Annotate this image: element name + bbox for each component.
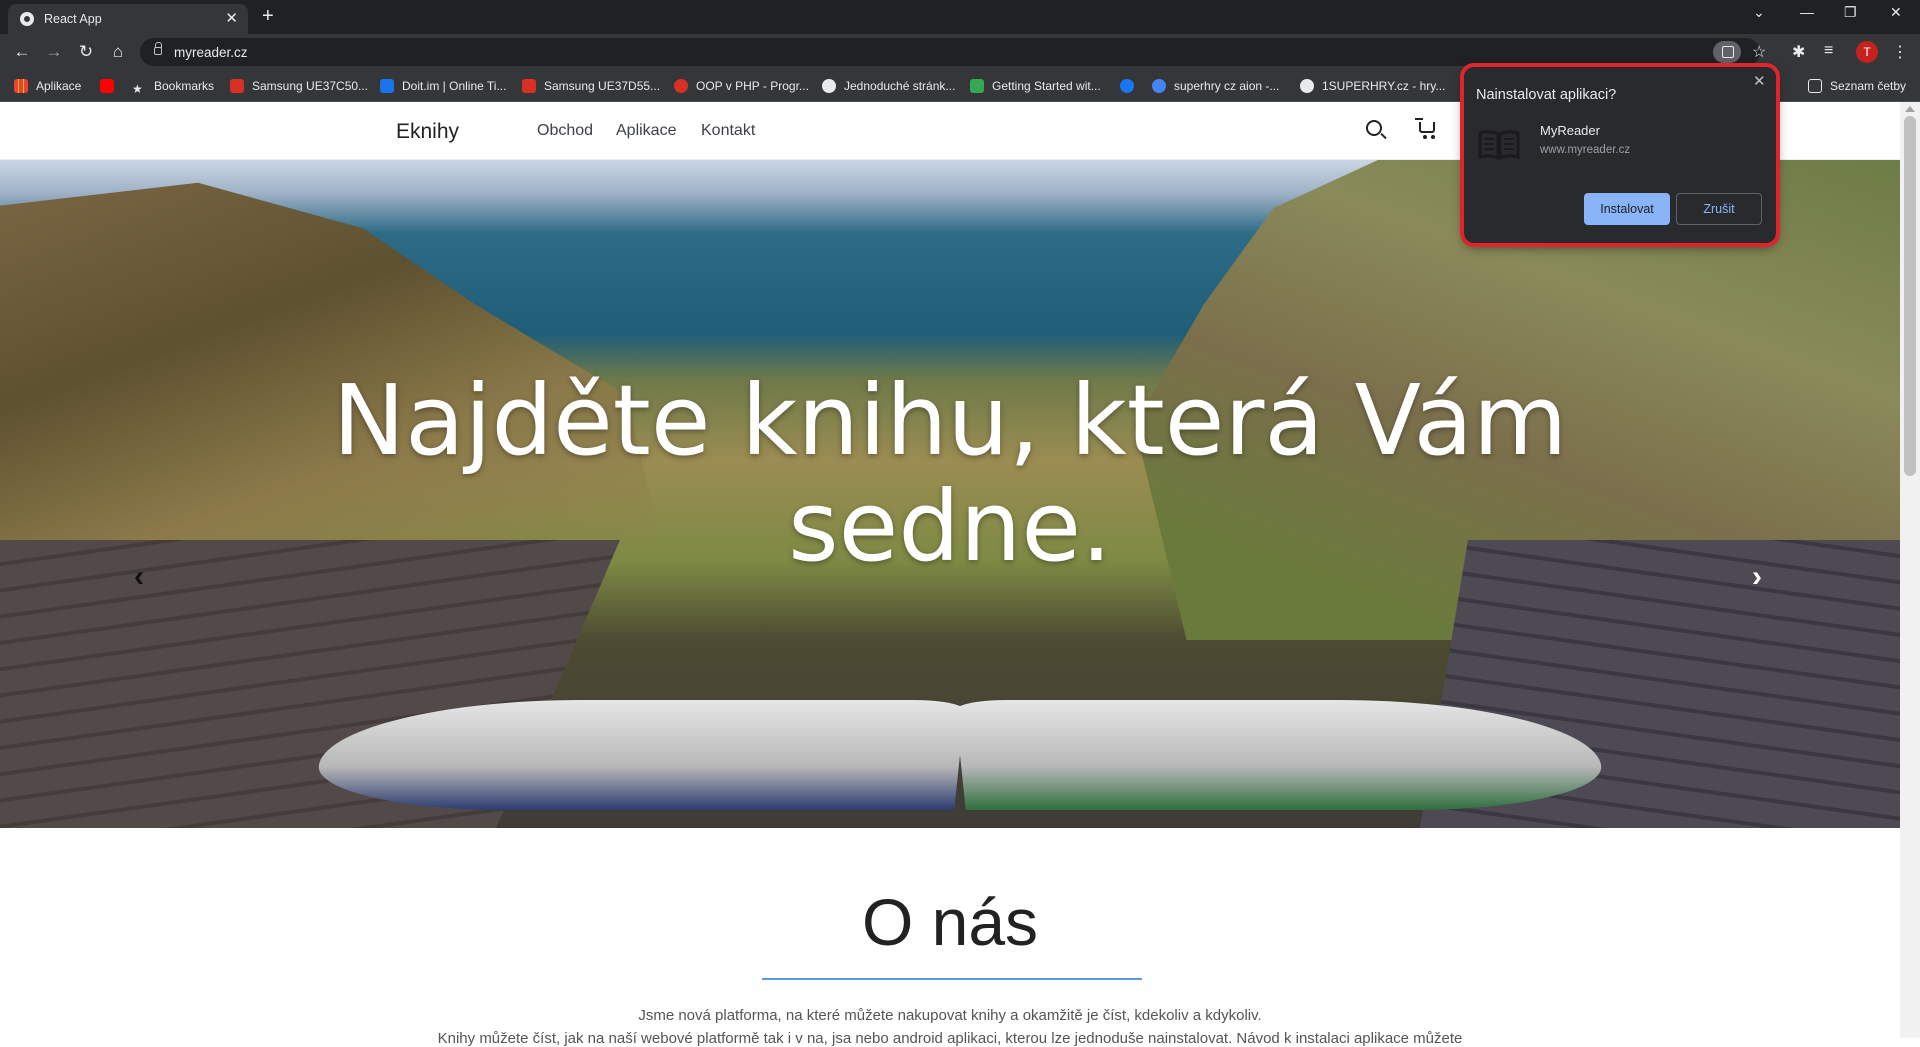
hero-image-book-left — [314, 700, 966, 810]
bookmark-item[interactable]: Doit.im | Online Ti... — [380, 79, 506, 93]
bookmark-item[interactable]: Samsung UE37C50... — [230, 79, 368, 93]
bookmark-label: Bookmarks — [154, 79, 215, 93]
carousel-prev-icon[interactable]: ‹ — [134, 560, 144, 594]
bookmark-item[interactable]: Samsung UE37D55... — [522, 79, 660, 93]
bookmark-item[interactable]: Getting Started wit... — [970, 79, 1101, 93]
scroll-up-icon[interactable] — [1905, 106, 1915, 112]
bookmark-item[interactable] — [100, 79, 122, 93]
restore-icon[interactable]: ❐ — [1844, 4, 1857, 21]
profile-avatar[interactable]: T — [1856, 41, 1878, 63]
about-paragraph-2: Knihy můžete číst, jak na naší webové pl… — [437, 1030, 1463, 1047]
menu-icon[interactable]: ⋮ — [1892, 42, 1908, 62]
tab-close-icon[interactable]: ✕ — [225, 9, 238, 27]
bookmark-item[interactable]: Jednoduché stránk... — [822, 79, 955, 93]
site-brand[interactable]: Eknihy — [396, 120, 459, 144]
scrollbar-thumb[interactable] — [1904, 116, 1916, 476]
globe-icon — [1300, 79, 1314, 93]
google-icon — [1152, 79, 1166, 93]
bookmark-item[interactable] — [1120, 79, 1142, 93]
bookmark-item[interactable]: Seznam četby — [1808, 79, 1906, 93]
star-folder-icon: ★ — [132, 82, 143, 96]
bookmark-item[interactable]: OOP v PHP - Progr... — [674, 79, 809, 93]
window-close-icon[interactable]: ✕ — [1890, 4, 1902, 21]
forward-icon[interactable]: → — [42, 40, 66, 64]
hero-headline: Najděte knihu, která Vám sedne. — [332, 364, 1568, 583]
bookmark-item[interactable]: 1SUPERHRY.cz - hry... — [1300, 79, 1445, 93]
new-tab-button[interactable]: + — [262, 5, 274, 28]
tab-bar: React App ✕ + ⌄ — ❐ ✕ — [0, 0, 1920, 34]
bookmark-label: superhry cz aion -... — [1174, 79, 1280, 93]
bookmark-label: 1SUPERHRY.cz - hry... — [1322, 79, 1446, 93]
highlight-frame — [1460, 63, 1780, 247]
facebook-icon — [1120, 79, 1134, 93]
bookmark-item[interactable]: superhry cz aion -... — [1152, 79, 1279, 93]
about-divider — [762, 978, 1142, 980]
nav-link-obchod[interactable]: Obchod — [537, 122, 593, 140]
cart-icon[interactable] — [1415, 118, 1435, 139]
bookmark-item[interactable]: ★ Bookmarks — [132, 79, 214, 96]
about-paragraph: Jsme nová platforma, na které můžete nak… — [638, 1007, 1262, 1024]
czc-icon — [522, 79, 536, 93]
bookmark-label: Samsung UE37D55... — [544, 79, 661, 93]
doit-check-icon — [380, 79, 394, 93]
react-favicon-icon — [20, 12, 34, 26]
reading-list-icon[interactable]: ≡ — [1824, 42, 1833, 60]
bookmark-star-icon[interactable]: ☆ — [1752, 42, 1766, 62]
vue-icon — [970, 79, 984, 93]
apps-grid-icon — [14, 79, 28, 93]
address-bar[interactable]: myreader.cz — [140, 38, 1760, 66]
bookmark-label: Samsung UE37C50... — [252, 79, 369, 93]
reload-icon[interactable]: ↻ — [74, 40, 98, 64]
bookmark-label: OOP v PHP - Progr... — [696, 79, 809, 93]
globe-icon — [822, 79, 836, 93]
about-title: O nás — [861, 885, 1039, 959]
url-text: myreader.cz — [174, 45, 248, 60]
bookmark-label: Aplikace — [36, 79, 82, 93]
install-app-icon[interactable] — [1713, 41, 1741, 63]
page-scrollbar[interactable] — [1900, 102, 1920, 1038]
search-icon[interactable] — [1366, 120, 1382, 136]
bookmark-label: Doit.im | Online Ti... — [402, 79, 507, 93]
home-icon[interactable]: ⌂ — [106, 40, 130, 64]
bookmark-label: Jednoduché stránk... — [844, 79, 956, 93]
youtube-icon — [100, 79, 114, 93]
lock-icon — [154, 42, 162, 55]
bookmark-label: Getting Started wit... — [992, 79, 1101, 93]
reading-list-icon — [1808, 79, 1822, 93]
czc-icon — [230, 79, 244, 93]
nav-link-aplikace[interactable]: Aplikace — [616, 122, 676, 140]
bookmark-item[interactable]: Aplikace — [14, 79, 81, 93]
hero-carousel: Najděte knihu, která Vám sedne. ‹ › — [0, 160, 1900, 828]
nav-link-kontakt[interactable]: Kontakt — [701, 122, 755, 140]
back-icon[interactable]: ← — [10, 40, 34, 64]
tab-title: React App — [44, 12, 102, 26]
tab-search-icon[interactable]: ⌄ — [1753, 4, 1765, 21]
browser-tab[interactable]: React App ✕ — [8, 4, 248, 34]
carousel-next-icon[interactable]: › — [1752, 560, 1762, 594]
bookmark-label: Seznam četby — [1830, 79, 1907, 93]
minimize-icon[interactable]: — — [1800, 4, 1814, 20]
hero-image-book-right — [954, 700, 1606, 810]
extensions-icon[interactable]: ✱ — [1792, 42, 1805, 62]
itnetwork-icon — [674, 79, 688, 93]
